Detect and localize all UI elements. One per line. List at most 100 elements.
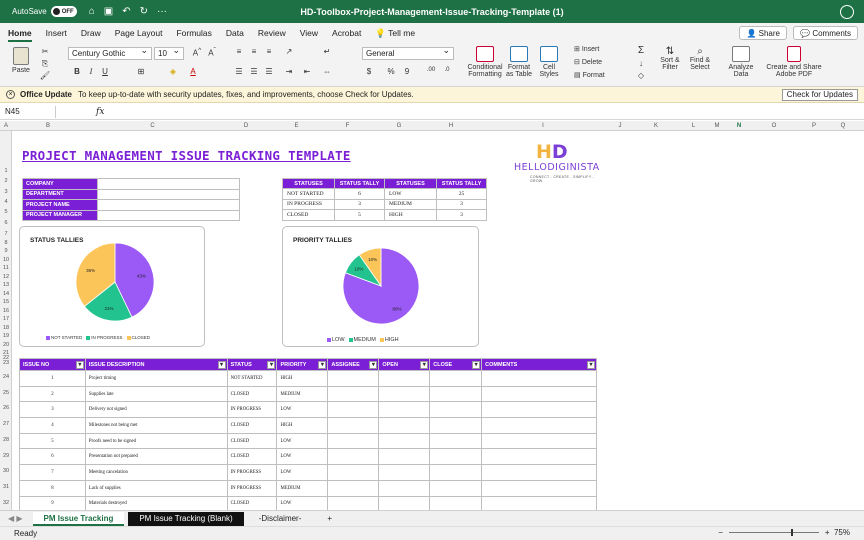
clear-icon[interactable]: ◇ — [634, 71, 648, 83]
table-cell[interactable]: MEDIUM — [276, 479, 329, 497]
row-header[interactable]: 6 — [0, 220, 12, 226]
row-header[interactable]: 9 — [0, 248, 12, 254]
row-header[interactable]: 4 — [0, 199, 12, 205]
table-cell[interactable] — [429, 495, 483, 510]
sheet-tab-pm-issue-tracking[interactable]: PM Issue Tracking — [32, 511, 125, 526]
column-header-l[interactable]: L — [681, 121, 706, 131]
table-cell[interactable] — [378, 432, 431, 450]
comments-button[interactable]: 💬 Comments — [793, 26, 858, 40]
table-cell[interactable]: CLOSED — [226, 495, 278, 510]
align-top-icon[interactable]: ≡ — [232, 47, 246, 59]
add-sheet-icon[interactable]: + — [316, 512, 343, 526]
table-cell[interactable]: 3 — [334, 198, 385, 210]
row-header[interactable]: 7 — [0, 231, 12, 237]
filter-dropdown-icon[interactable]: ▾ — [369, 361, 378, 369]
table-cell[interactable]: Meeting cancelation — [84, 464, 228, 481]
currency-icon[interactable]: $ — [362, 67, 376, 79]
table-cell[interactable]: 7 — [19, 464, 86, 481]
table-cell[interactable] — [378, 464, 431, 481]
comma-style-icon[interactable]: 9 — [400, 67, 414, 79]
column-header-o[interactable]: O — [750, 121, 798, 131]
table-cell[interactable] — [429, 479, 483, 497]
filter-dropdown-icon[interactable]: ▾ — [587, 361, 595, 369]
row-header[interactable]: 26 — [0, 405, 12, 411]
zoom-out-icon[interactable]: − — [718, 528, 723, 537]
merge-center-icon[interactable]: ⇔ — [320, 67, 334, 79]
table-cell[interactable]: 8 — [19, 479, 86, 497]
table-cell[interactable]: LOW — [276, 401, 329, 419]
search-icon[interactable] — [840, 5, 854, 19]
row-header[interactable]: 30 — [0, 468, 12, 474]
row-header[interactable]: 20 — [0, 342, 12, 348]
column-header-c[interactable]: C — [84, 121, 221, 131]
table-cell[interactable]: LOW — [276, 464, 329, 481]
filter-dropdown-icon[interactable]: ▾ — [75, 361, 84, 369]
increase-font-icon[interactable]: A^ — [190, 47, 204, 59]
copy-icon[interactable]: ⎘ — [38, 59, 52, 71]
table-cell[interactable] — [378, 448, 431, 466]
table-cell[interactable]: 25 — [436, 188, 487, 200]
table-cell[interactable] — [481, 401, 597, 419]
table-cell[interactable] — [429, 370, 483, 387]
table-cell[interactable] — [327, 464, 380, 481]
table-cell[interactable]: LOW — [276, 495, 329, 510]
table-cell[interactable]: 6 — [19, 448, 86, 466]
sheet-tab-disclaimer[interactable]: -Disclaimer- — [248, 512, 313, 526]
table-cell[interactable]: MEDIUM — [276, 385, 329, 403]
table-cell[interactable]: MEDIUM — [384, 198, 437, 210]
row-header[interactable]: 5 — [0, 209, 12, 215]
info-value-cell[interactable] — [97, 188, 240, 200]
table-cell[interactable]: Milestones not being met — [84, 417, 228, 434]
table-cell[interactable] — [327, 401, 380, 419]
row-header[interactable]: 18 — [0, 325, 12, 331]
table-cell[interactable] — [429, 448, 483, 466]
increase-decimal-icon[interactable]: .00 — [424, 67, 438, 79]
align-bottom-icon[interactable]: ≡ — [262, 47, 276, 59]
table-cell[interactable] — [429, 385, 483, 403]
tab-data[interactable]: Data — [226, 28, 244, 38]
status-chart[interactable]: STATUS TALLIES 43% 21% 36% NOT STARTED IN … — [19, 226, 205, 347]
table-cell[interactable]: NOT STARTED — [282, 188, 335, 200]
outdent-icon[interactable]: ⇤ — [300, 67, 314, 79]
table-cell[interactable] — [327, 448, 380, 466]
column-header-i[interactable]: I — [477, 121, 609, 131]
format-as-table-button[interactable]: Format as Table — [506, 46, 532, 78]
row-header[interactable]: 12 — [0, 274, 12, 280]
align-middle-icon[interactable]: ≡ — [247, 47, 261, 59]
table-cell[interactable]: Delivery not signed — [84, 401, 228, 419]
table-cell[interactable]: LOW — [276, 448, 329, 466]
column-header-d[interactable]: D — [221, 121, 271, 131]
insert-cells-button[interactable]: ⊞ Insert — [574, 45, 599, 53]
format-cells-button[interactable]: ▤ Format — [574, 71, 605, 79]
table-cell[interactable]: 4 — [19, 417, 86, 434]
find-select-button[interactable]: ⌕ Find & Select — [686, 46, 714, 71]
conditional-formatting-button[interactable]: Conditional Formatting — [466, 46, 504, 78]
analyze-data-button[interactable]: Analyze Data — [726, 46, 756, 78]
share-button[interactable]: 👤 Share — [739, 26, 787, 40]
zoom-thumb[interactable] — [790, 529, 793, 536]
filter-dropdown-icon[interactable]: ▾ — [472, 361, 481, 369]
column-header-p[interactable]: P — [798, 121, 830, 131]
row-header[interactable]: 19 — [0, 333, 12, 339]
column-header-h[interactable]: H — [425, 121, 477, 131]
tab-page-layout[interactable]: Page Layout — [115, 28, 163, 38]
row-header[interactable]: 24 — [0, 374, 12, 380]
table-cell[interactable]: 6 — [334, 188, 385, 200]
fx-icon[interactable]: fx — [96, 107, 104, 117]
table-cell[interactable] — [429, 432, 483, 450]
tab-formulas[interactable]: Formulas — [176, 28, 211, 38]
indent-icon[interactable]: ⇥ — [282, 67, 296, 79]
table-cell[interactable] — [481, 448, 597, 466]
table-cell[interactable]: Materials destroyed — [84, 495, 228, 510]
info-value-cell[interactable] — [97, 199, 240, 211]
tell-me[interactable]: 💡 Tell me — [375, 28, 415, 39]
row-header[interactable]: 27 — [0, 421, 12, 427]
tab-insert[interactable]: Insert — [46, 28, 67, 38]
table-cell[interactable] — [481, 370, 597, 387]
zoom-in-icon[interactable]: + — [825, 528, 830, 537]
tab-draw[interactable]: Draw — [81, 28, 101, 38]
tab-review[interactable]: Review — [258, 28, 286, 38]
table-cell[interactable]: 3 — [436, 209, 487, 221]
cell-styles-button[interactable]: Cell Styles — [536, 46, 562, 78]
table-cell[interactable]: IN PROGRESS — [282, 198, 335, 210]
